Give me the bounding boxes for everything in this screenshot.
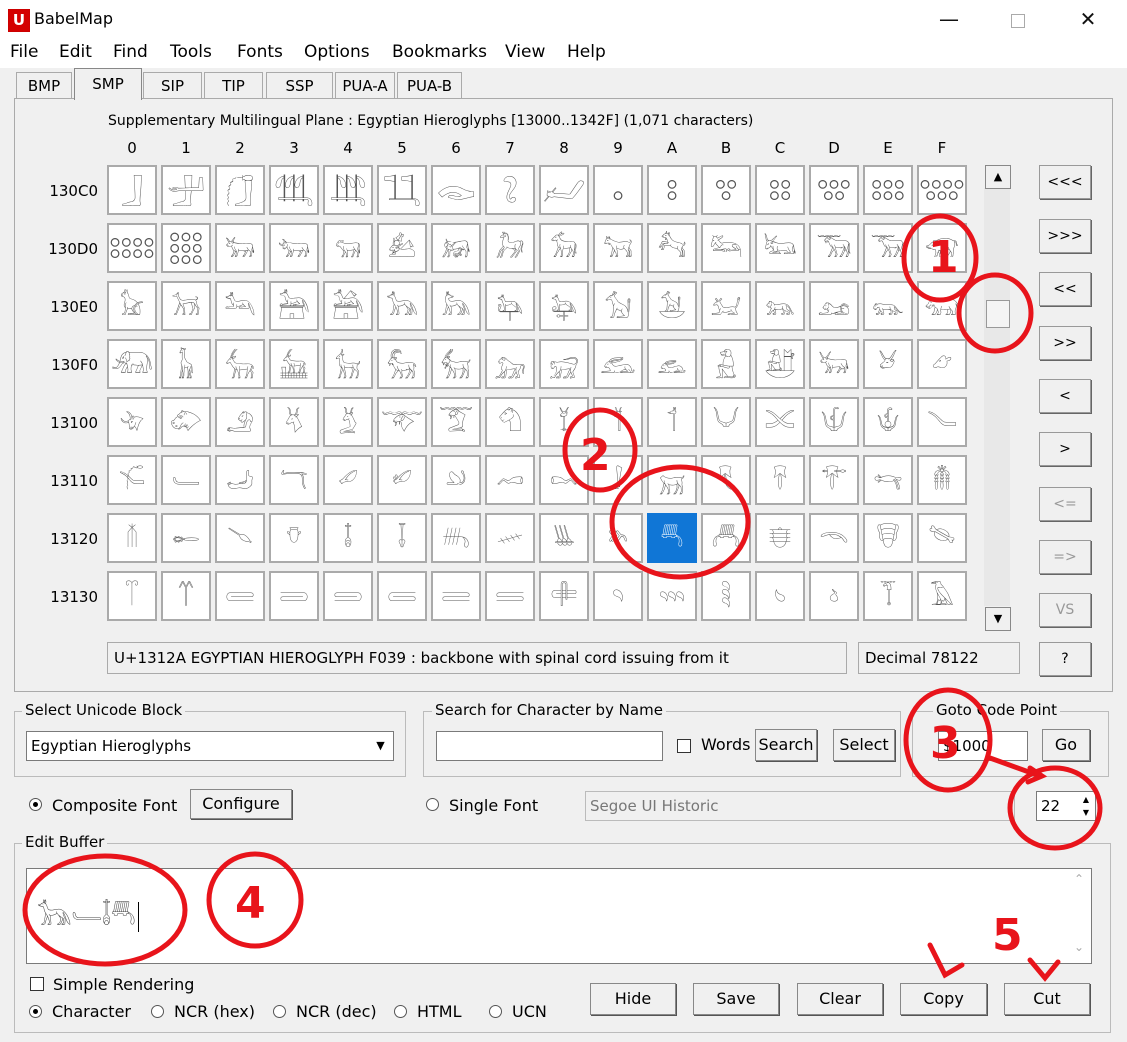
annotation-circle-3b — [1007, 765, 1103, 851]
annotation-circle-1b — [956, 272, 1034, 354]
annotation-circle-4 — [22, 853, 188, 967]
annotation-circle-2 — [609, 464, 751, 580]
annotation-check-cut — [1027, 957, 1061, 982]
annotation-check-copy — [927, 942, 965, 979]
annotation-1: 1 — [928, 232, 959, 283]
annotation-5: 5 — [992, 910, 1023, 961]
annotation-4: 4 — [235, 878, 266, 929]
annotation-overlay: 1 2 3 4 5 — [22, 213, 1103, 982]
tab-smp[interactable]: SMP — [74, 68, 142, 100]
annotation-2: 2 — [580, 430, 611, 481]
annotation-3: 3 — [930, 718, 961, 769]
